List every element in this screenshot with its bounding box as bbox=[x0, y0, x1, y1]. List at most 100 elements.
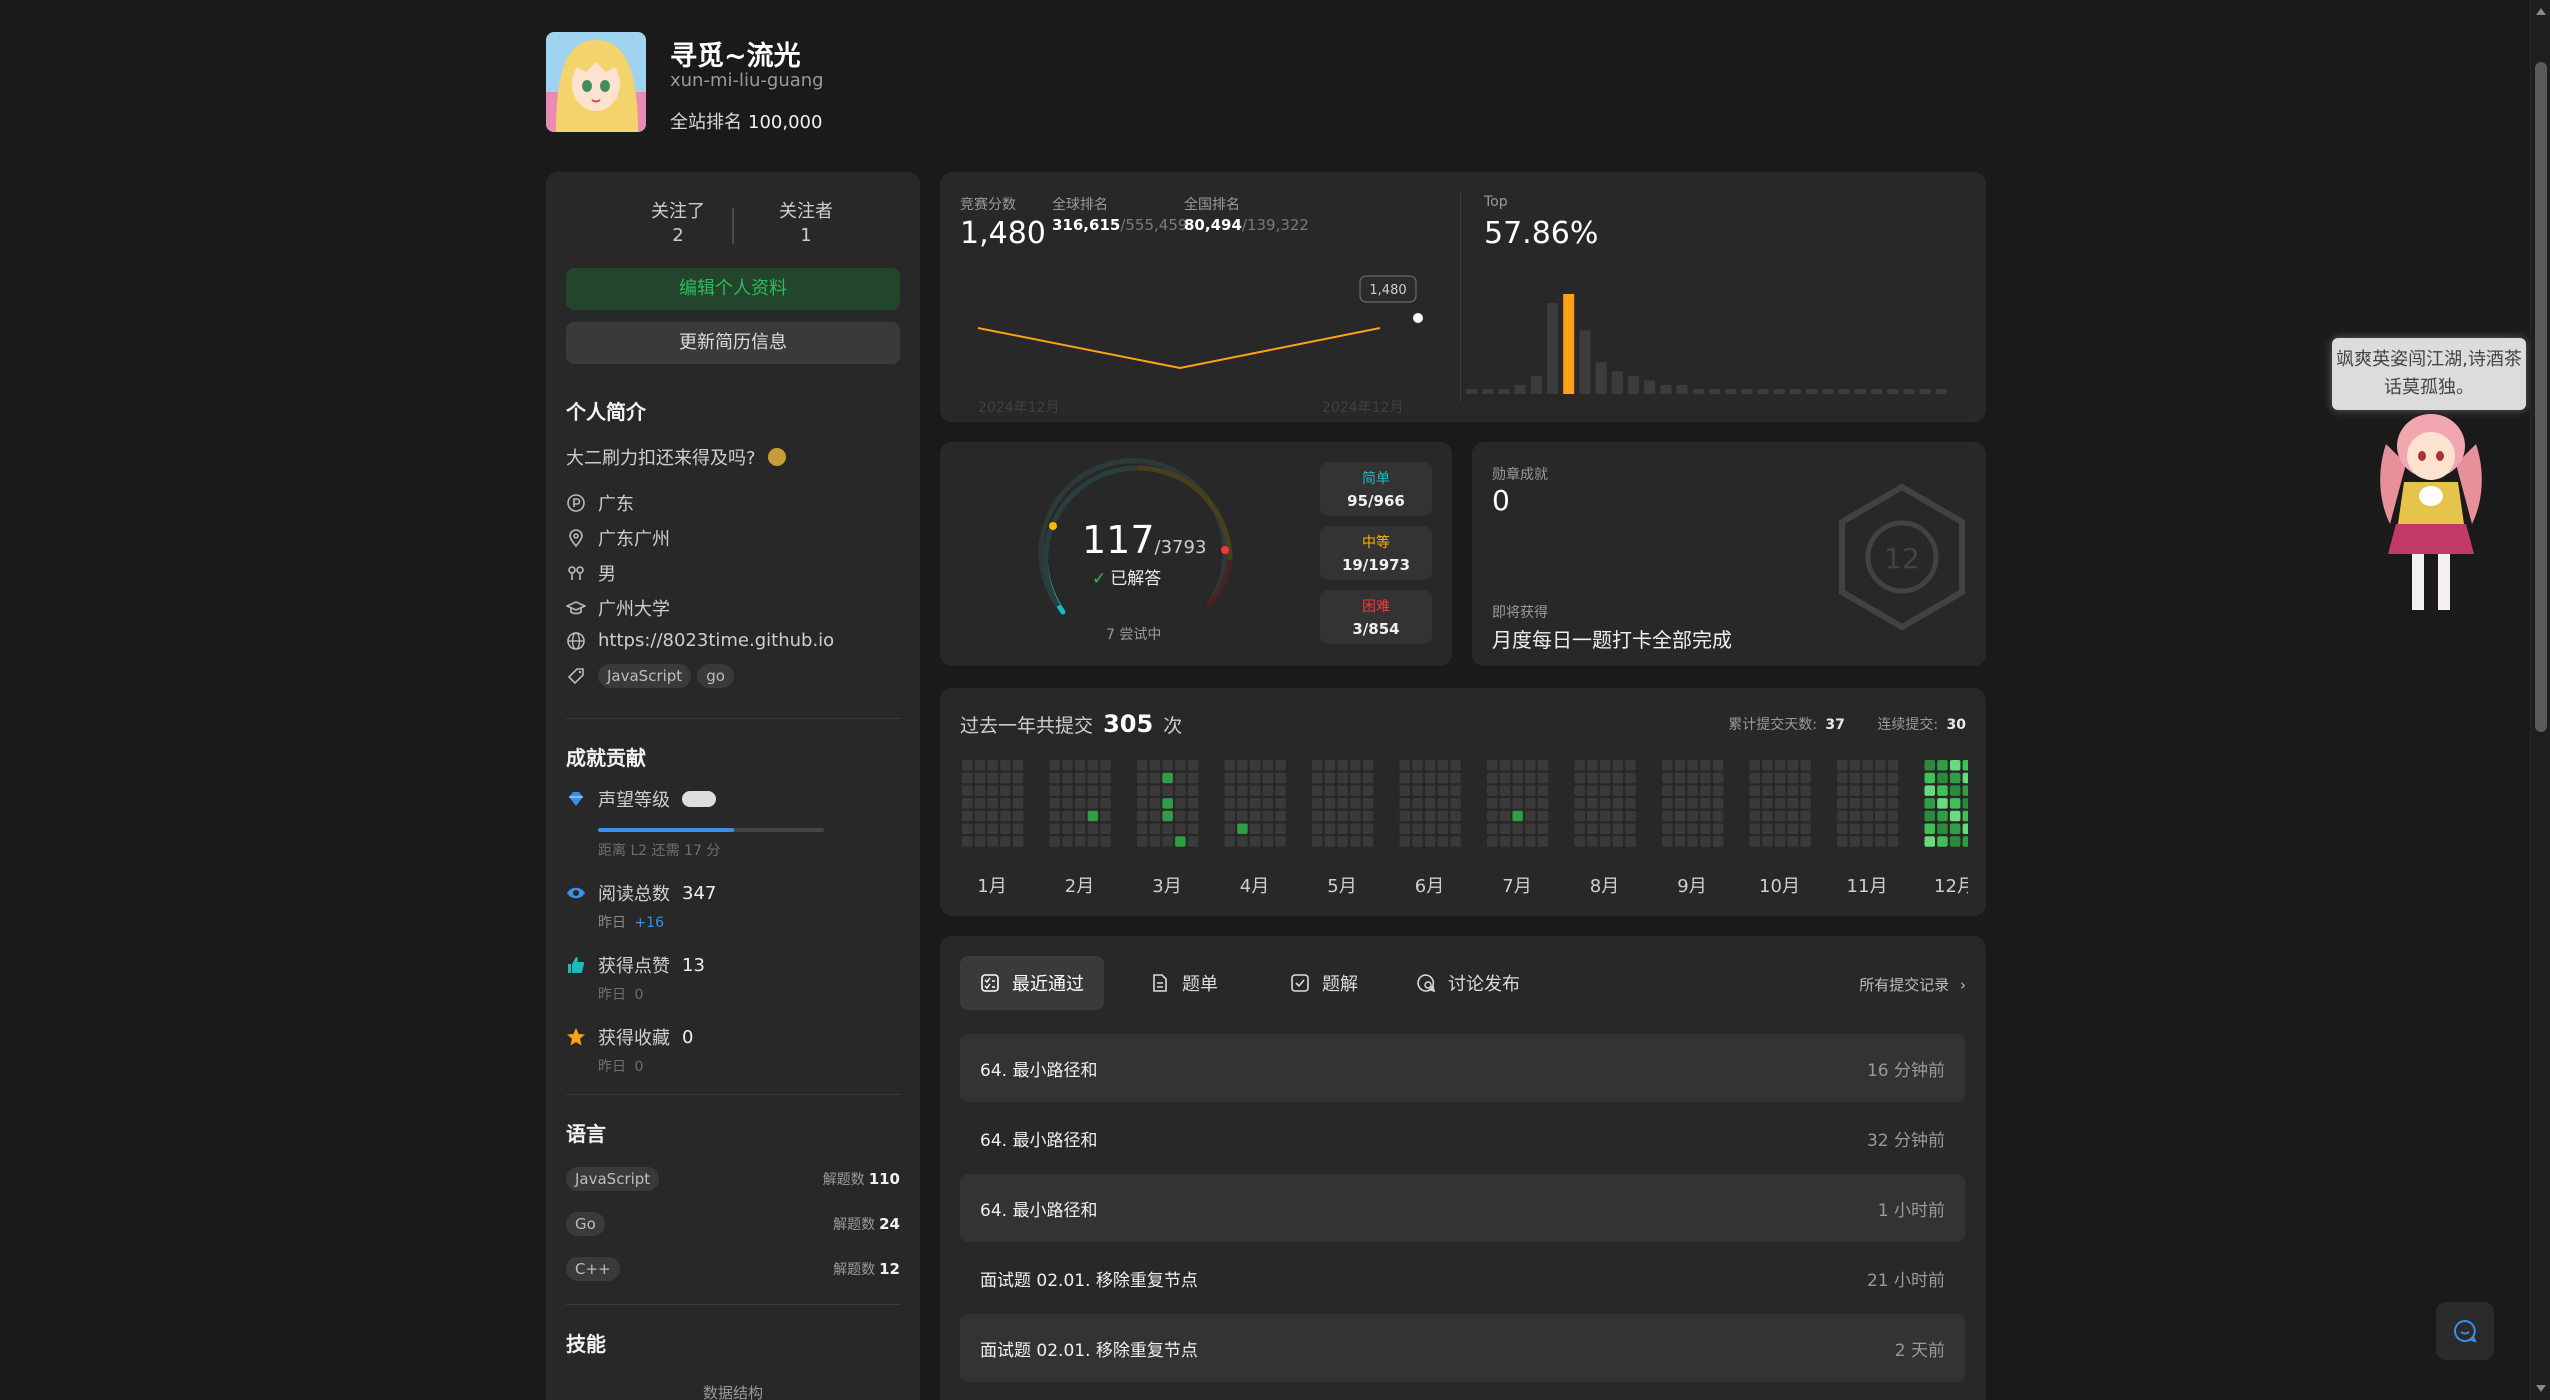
heatmap-cell[interactable] bbox=[1237, 798, 1248, 809]
heatmap-cell[interactable] bbox=[1175, 836, 1186, 847]
heatmap-cell[interactable] bbox=[987, 785, 998, 796]
heatmap-cell[interactable] bbox=[1100, 836, 1111, 847]
heatmap-cell[interactable] bbox=[1512, 785, 1523, 796]
heatmap-cell[interactable] bbox=[1399, 772, 1411, 784]
heatmap-cell[interactable] bbox=[1074, 760, 1086, 771]
tab-solutions[interactable]: 题解 bbox=[1270, 956, 1378, 1010]
heatmap-cell[interactable] bbox=[962, 810, 973, 822]
heatmap-cell[interactable] bbox=[1074, 772, 1086, 784]
edit-profile-button[interactable]: 编辑个人资料 bbox=[566, 268, 900, 310]
heatmap-cell[interactable] bbox=[1249, 760, 1261, 771]
heatmap-cell[interactable] bbox=[1187, 772, 1199, 784]
heatmap-cell[interactable] bbox=[1350, 810, 1361, 822]
heatmap-cell[interactable] bbox=[1224, 798, 1236, 809]
heatmap-cell[interactable] bbox=[1924, 772, 1936, 784]
heatmap-cell[interactable] bbox=[1137, 760, 1148, 771]
heatmap-cell[interactable] bbox=[962, 798, 973, 809]
heatmap-cell[interactable] bbox=[1187, 785, 1199, 796]
heatmap-cell[interactable] bbox=[1337, 823, 1348, 835]
heatmap-cell[interactable] bbox=[1350, 798, 1361, 809]
heatmap-cell[interactable] bbox=[1625, 823, 1636, 835]
heatmap-cell[interactable] bbox=[1662, 785, 1673, 796]
heatmap-cell[interactable] bbox=[1049, 823, 1061, 835]
heatmap-cell[interactable] bbox=[1887, 823, 1899, 835]
heatmap-cell[interactable] bbox=[1662, 798, 1673, 809]
heatmap-cell[interactable] bbox=[1787, 772, 1799, 784]
heatmap-cell[interactable] bbox=[1849, 785, 1861, 796]
heatmap-cell[interactable] bbox=[1837, 810, 1848, 822]
heatmap-cell[interactable] bbox=[1862, 760, 1873, 771]
heatmap-cell[interactable] bbox=[1837, 772, 1848, 784]
heatmap-cell[interactable] bbox=[1175, 760, 1186, 771]
heatmap-cell[interactable] bbox=[1324, 760, 1336, 771]
heatmap-cell[interactable] bbox=[1237, 823, 1248, 835]
heatmap-cell[interactable] bbox=[1399, 760, 1411, 771]
heatmap-cell[interactable] bbox=[1350, 836, 1361, 847]
heatmap-cell[interactable] bbox=[1625, 785, 1636, 796]
info-website-text[interactable]: https://8023time.github.io bbox=[598, 630, 834, 651]
heatmap-cell[interactable] bbox=[1587, 810, 1598, 822]
heatmap-cell[interactable] bbox=[1574, 836, 1586, 847]
heatmap-cell[interactable] bbox=[1537, 823, 1549, 835]
heatmap-cell[interactable] bbox=[1000, 810, 1011, 822]
heatmap-cell[interactable] bbox=[1437, 798, 1449, 809]
heatmap-cell[interactable] bbox=[1100, 810, 1111, 822]
heatmap-cell[interactable] bbox=[1162, 785, 1173, 796]
heatmap-cell[interactable] bbox=[1599, 798, 1611, 809]
heatmap-cell[interactable] bbox=[1499, 798, 1511, 809]
heatmap-cell[interactable] bbox=[1862, 785, 1873, 796]
update-resume-button[interactable]: 更新简历信息 bbox=[566, 322, 900, 364]
heatmap-cell[interactable] bbox=[1499, 810, 1511, 822]
heatmap-cell[interactable] bbox=[1949, 798, 1961, 809]
heatmap-cell[interactable] bbox=[1499, 760, 1511, 771]
heatmap-cell[interactable] bbox=[1437, 836, 1449, 847]
heatmap-cell[interactable] bbox=[1249, 798, 1261, 809]
heatmap-cell[interactable] bbox=[1712, 810, 1724, 822]
heatmap-cell[interactable] bbox=[1749, 785, 1761, 796]
heatmap-cell[interactable] bbox=[1749, 823, 1761, 835]
heatmap-cell[interactable] bbox=[1424, 823, 1436, 835]
heatmap-cell[interactable] bbox=[1512, 836, 1523, 847]
heatmap-cell[interactable] bbox=[1574, 760, 1586, 771]
heatmap-cell[interactable] bbox=[987, 798, 998, 809]
heatmap-cell[interactable] bbox=[1437, 785, 1449, 796]
heatmap-cell[interactable] bbox=[1149, 836, 1161, 847]
avatar[interactable] bbox=[546, 32, 646, 132]
language-name[interactable]: C++ bbox=[566, 1257, 620, 1281]
heatmap-cell[interactable] bbox=[1875, 798, 1886, 809]
heatmap-cell[interactable] bbox=[974, 798, 986, 809]
heatmap-cell[interactable] bbox=[1087, 760, 1099, 771]
heatmap-cell[interactable] bbox=[1237, 836, 1248, 847]
heatmap-cell[interactable] bbox=[1087, 810, 1099, 822]
heatmap-cell[interactable] bbox=[1687, 810, 1698, 822]
heatmap-cell[interactable] bbox=[1674, 798, 1686, 809]
heatmap-cell[interactable] bbox=[1962, 823, 1968, 835]
heatmap-cell[interactable] bbox=[1512, 772, 1523, 784]
heatmap-cell[interactable] bbox=[1337, 798, 1348, 809]
heatmap-cell[interactable] bbox=[1762, 810, 1773, 822]
heatmap-cell[interactable] bbox=[1000, 785, 1011, 796]
heatmap-cell[interactable] bbox=[1862, 772, 1873, 784]
heatmap-cell[interactable] bbox=[1012, 836, 1024, 847]
heatmap-cell[interactable] bbox=[1074, 810, 1086, 822]
heatmap-cell[interactable] bbox=[1262, 760, 1274, 771]
heatmap-cell[interactable] bbox=[1437, 760, 1449, 771]
heatmap-cell[interactable] bbox=[1100, 823, 1111, 835]
heatmap-cell[interactable] bbox=[1612, 823, 1624, 835]
heatmap-cell[interactable] bbox=[1949, 836, 1961, 847]
heatmap-cell[interactable] bbox=[1162, 798, 1173, 809]
heatmap-cell[interactable] bbox=[1700, 836, 1711, 847]
heatmap-cell[interactable] bbox=[1437, 823, 1449, 835]
heatmap-cell[interactable] bbox=[1324, 810, 1336, 822]
heatmap-cell[interactable] bbox=[1312, 760, 1323, 771]
language-name[interactable]: Go bbox=[566, 1212, 605, 1236]
recent-row[interactable]: 64. 最小路径和 32 分钟前 bbox=[960, 1104, 1965, 1172]
heatmap-cell[interactable] bbox=[1249, 810, 1261, 822]
heatmap-cell[interactable] bbox=[1537, 810, 1549, 822]
heatmap-cell[interactable] bbox=[1062, 836, 1073, 847]
heatmap-cell[interactable] bbox=[974, 772, 986, 784]
heatmap-cell[interactable] bbox=[1887, 798, 1899, 809]
heatmap-cell[interactable] bbox=[974, 836, 986, 847]
heatmap-cell[interactable] bbox=[1100, 785, 1111, 796]
heatmap-cell[interactable] bbox=[1700, 772, 1711, 784]
